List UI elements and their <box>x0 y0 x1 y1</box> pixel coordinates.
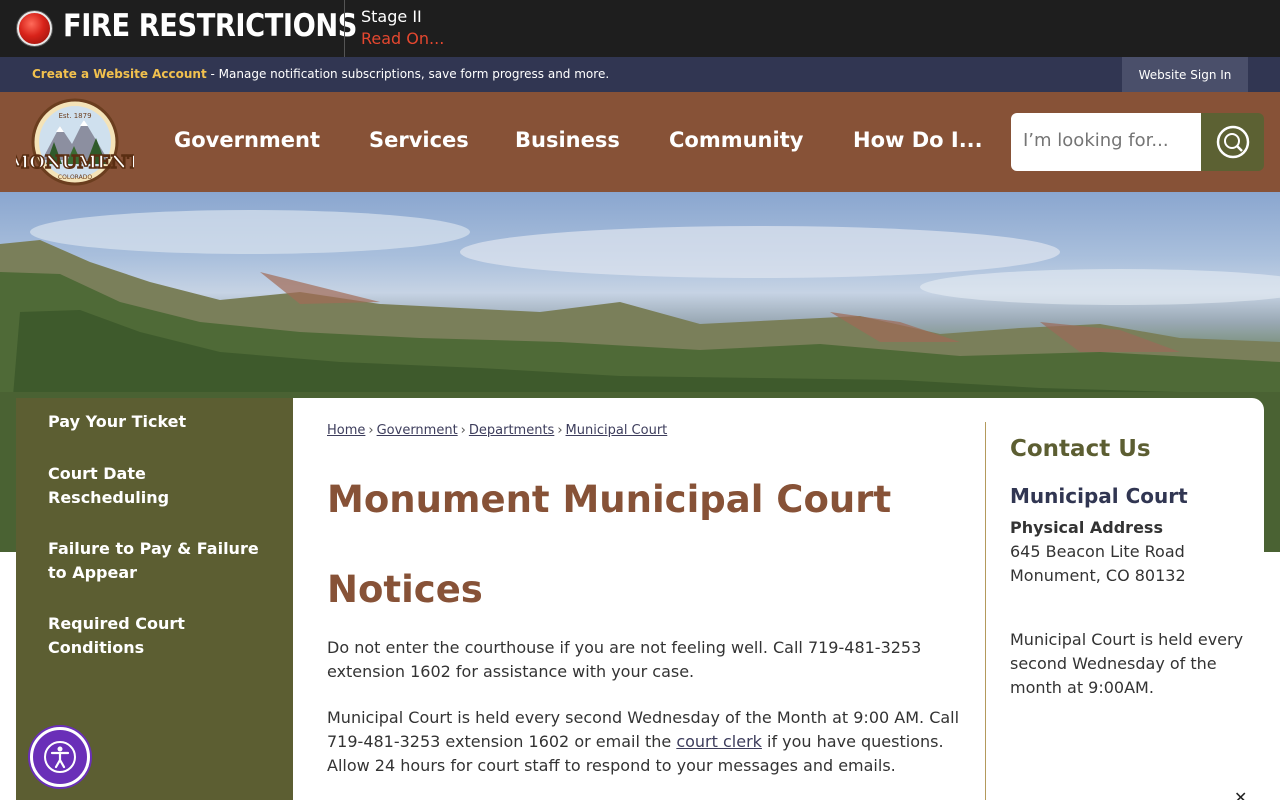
contact-department[interactable]: Municipal Court <box>1010 484 1188 508</box>
sidebar-item-court-date-rescheduling[interactable]: Court Date Rescheduling <box>48 462 198 510</box>
breadcrumb-municipal-court[interactable]: Municipal Court <box>566 423 668 438</box>
breadcrumb-government[interactable]: Government <box>377 423 458 438</box>
contact-us-heading: Contact Us <box>1010 436 1151 462</box>
contact-note: Municipal Court is held every second Wed… <box>1010 630 1244 697</box>
account-bar-text: Create a Website Account - Manage notifi… <box>32 67 609 81</box>
content-divider <box>985 422 986 800</box>
close-icon[interactable]: ✕ <box>1234 788 1247 800</box>
schedule-paragraph: Municipal Court is held every second Wed… <box>327 706 967 778</box>
alert-read-on-link[interactable]: Read On... <box>361 29 444 48</box>
sidebar-item-required-conditions[interactable]: Required Court Conditions <box>48 612 198 660</box>
alert-stage: Stage II <box>361 7 422 26</box>
search-icon <box>1216 125 1249 159</box>
page-title: Monument Municipal Court <box>327 478 892 521</box>
physical-address-label: Physical Address <box>1010 518 1163 537</box>
court-clerk-link[interactable]: court clerk <box>676 732 762 751</box>
sidebar-item-failure-to-pay[interactable]: Failure to Pay & Failure to Appear <box>48 537 263 585</box>
logo-state-text: COLORADO <box>58 174 92 181</box>
notices-heading: Notices <box>327 568 483 611</box>
nav-how-do-i[interactable]: How Do I... <box>853 128 983 152</box>
address-line-2: Monument, CO 80132 <box>1010 566 1186 585</box>
breadcrumb-separator: › <box>460 423 466 438</box>
breadcrumb-home[interactable]: Home <box>327 423 365 438</box>
alert-icon <box>17 11 52 46</box>
breadcrumb: Home › Government › Departments › Municipal Co… <box>327 423 667 438</box>
alert-divider <box>344 0 345 57</box>
breadcrumb-separator: › <box>557 423 563 438</box>
search-button[interactable] <box>1201 113 1264 171</box>
nav-government[interactable]: Government <box>174 128 320 152</box>
create-account-link[interactable]: Create a Website Account <box>32 67 207 81</box>
breadcrumb-separator: › <box>368 423 374 438</box>
search-input[interactable] <box>1023 130 1193 151</box>
website-sign-in-button[interactable]: Website Sign In <box>1122 57 1248 92</box>
nav-business[interactable]: Business <box>515 128 620 152</box>
logo-est-text: Est. 1879 <box>58 112 91 120</box>
nav-community[interactable]: Community <box>669 128 803 152</box>
notice-paragraph: Do not enter the courthouse if you are n… <box>327 638 922 681</box>
account-bar-description: - Manage notification subscriptions, sav… <box>206 67 610 81</box>
accessibility-icon <box>44 741 76 773</box>
accessibility-button[interactable] <box>30 727 90 787</box>
sidebar-item-pay-ticket[interactable]: Pay Your Ticket <box>48 410 268 434</box>
search-box <box>1011 113 1201 171</box>
nav-services[interactable]: Services <box>369 128 469 152</box>
breadcrumb-departments[interactable]: Departments <box>469 423 554 438</box>
account-bar: Create a Website Account - Manage notifi… <box>0 57 1280 92</box>
logo-name-text: MONUMENT <box>16 152 134 173</box>
address-line-1: 645 Beacon Lite Road <box>1010 542 1185 561</box>
alert-title[interactable]: FIRE RESTRICTIONS <box>63 8 357 44</box>
monument-logo[interactable]: Est. 1879 MONUMENT COLORADO <box>9 98 142 186</box>
